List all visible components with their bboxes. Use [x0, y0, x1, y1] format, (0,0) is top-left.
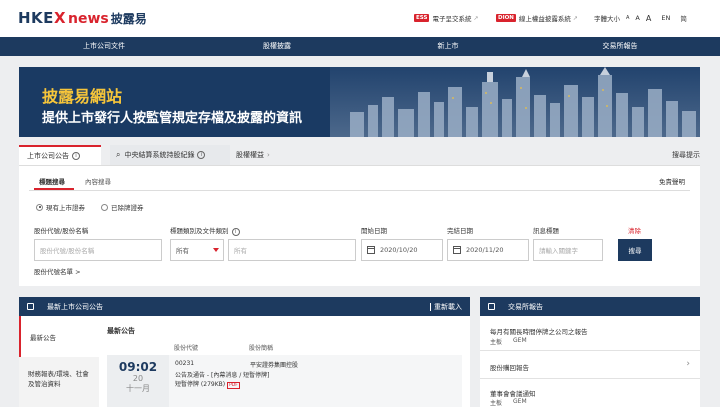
- calendar-icon: [367, 246, 375, 254]
- banner-subtitle: 提供上市發行人按監管規定存檔及披露的資訊: [42, 111, 303, 126]
- tab-ccass-shareholding[interactable]: ⌕ 中央結算系統持股紀錄 i: [110, 145, 230, 165]
- announcements-header: 最新上市公司公告 重新載入: [19, 297, 470, 316]
- end-date-label: 完結日期: [447, 227, 473, 235]
- report-share-buyback[interactable]: 股份購回報告: [490, 362, 529, 372]
- col-stock-code: 股份代號: [174, 345, 199, 352]
- font-large-button[interactable]: A: [646, 14, 651, 23]
- city-skyline-illustration: [330, 67, 700, 137]
- exchange-reports-panel: 交易所報告 每月有關長時間停牌之公司之報告 主板 GEM 股份購回報告 › 董事…: [480, 297, 700, 407]
- font-medium-button[interactable]: A: [635, 14, 639, 22]
- search-tips-link[interactable]: 搜尋提示: [672, 145, 700, 165]
- chevron-right-icon: ›: [267, 151, 270, 159]
- calendar-icon: [453, 246, 461, 254]
- category-label: 標題類別及文件類別 i: [170, 225, 240, 236]
- pdf-icon: PDF: [227, 382, 240, 389]
- report-main-board-link[interactable]: 主板: [490, 337, 502, 346]
- main-nav: 上市公司文件 股權披露 新上市 交易所報告: [0, 37, 720, 56]
- search-button[interactable]: 搜尋: [618, 239, 652, 261]
- category-select[interactable]: 所有: [170, 239, 224, 261]
- clear-link[interactable]: 清除: [628, 225, 641, 235]
- search-icon: ⌕: [116, 150, 121, 159]
- start-date-label: 開始日期: [361, 227, 387, 235]
- nav-listed-docs[interactable]: 上市公司文件: [44, 37, 164, 56]
- row-document-link[interactable]: 短暫停牌 (279KB) PDF: [175, 379, 240, 389]
- radio-unchecked-icon: [101, 203, 108, 211]
- tab-listed-announcements[interactable]: 上市公司公告 i: [19, 145, 101, 165]
- col-stock-name: 股份簡稱: [249, 345, 274, 352]
- info-icon[interactable]: i: [72, 152, 80, 160]
- lang-en-link[interactable]: EN: [661, 14, 670, 22]
- subtab-content-search[interactable]: 內容搜尋: [85, 176, 111, 186]
- dropdown-arrow-icon: [213, 248, 219, 252]
- stock-code-label: 股份代號/股份名稱: [34, 227, 89, 235]
- stock-code-input[interactable]: 股份代號/股份名稱: [34, 239, 162, 261]
- external-link-icon: ↗: [572, 14, 578, 22]
- font-small-button[interactable]: A: [626, 15, 629, 21]
- document-icon: [488, 303, 495, 310]
- reports-header: 交易所報告: [480, 297, 700, 316]
- dion-link[interactable]: DION 線上權益披露系統 ↗: [496, 12, 578, 24]
- search-panel: 上市公司公告 i ⌕ 中央結算系統持股紀錄 i 股權權益 › 搜尋提示 標題搜尋…: [19, 145, 700, 286]
- table-row[interactable]: 09:02 20 十一月 00231 平安證券集團控股 公告及通告 - [內幕消…: [107, 355, 462, 407]
- keyword-input[interactable]: 請輸入關鍵字: [533, 239, 603, 261]
- headline-label: 訊息標題: [533, 227, 559, 235]
- chevron-right-icon[interactable]: ›: [686, 359, 690, 369]
- sidebar-item-financial-reports[interactable]: 財務報表/環境、社會及管治資料: [28, 369, 94, 389]
- report-gem-link[interactable]: GEM: [513, 337, 527, 344]
- hero-banner: 披露易網站 提供上市發行人按監管規定存檔及披露的資訊: [19, 67, 700, 137]
- latest-title: 最新公告: [107, 327, 135, 335]
- end-date-input[interactable]: 2020/11/20: [447, 239, 529, 261]
- ess-link[interactable]: ESS 電子呈交系統 ↗: [414, 12, 478, 24]
- external-link-icon: ↗: [473, 14, 479, 22]
- stock-code-list-link[interactable]: 股份代號名單 >: [34, 266, 81, 276]
- start-date-input[interactable]: 2020/10/20: [361, 239, 443, 261]
- nav-new-listings[interactable]: 新上市: [388, 37, 508, 56]
- latest-announcements-panel: 最新上市公司公告 重新載入 最新公告 財務報表/環境、社會及管治資料 最新公告 …: [19, 297, 470, 407]
- info-icon[interactable]: i: [197, 151, 206, 159]
- row-stock-code: 00231: [175, 360, 195, 367]
- radio-delisted-securities[interactable]: 已除牌證券: [101, 202, 144, 212]
- row-headline-category: 公告及通告 - [內幕消息 / 短暫停牌]: [175, 372, 270, 379]
- reload-link[interactable]: 重新載入: [430, 302, 462, 312]
- document-icon: [27, 303, 34, 310]
- subtab-title-search[interactable]: 標題搜尋: [39, 176, 65, 186]
- hkex-news-logo[interactable]: HKEX news 披露易: [18, 9, 147, 27]
- sidebar-item-latest[interactable]: 最新公告: [19, 316, 99, 357]
- radio-checked-icon: [36, 203, 43, 211]
- time-box: 09:02 20 十一月: [107, 355, 169, 407]
- report-board-meetings[interactable]: 董事會會議通知: [490, 388, 536, 398]
- radio-current-securities[interactable]: 現有上市證券: [36, 202, 85, 212]
- row-stock-name: 平安證券集團控股: [250, 362, 299, 369]
- top-bar: HKEX news 披露易 ESS 電子呈交系統 ↗ DION 線上權益披露系統…: [0, 0, 720, 37]
- banner-title: 披露易網站: [42, 87, 123, 106]
- disclaimer-link[interactable]: 免責聲明: [659, 176, 685, 186]
- lang-cn-link[interactable]: 简: [680, 13, 687, 23]
- font-size-control: 字體大小 A A A EN 简: [594, 13, 687, 24]
- nav-shareholding-disclosure[interactable]: 股權披露: [217, 37, 337, 56]
- report-gem-link[interactable]: GEM: [513, 398, 527, 405]
- document-type-select[interactable]: 所有: [228, 239, 356, 261]
- info-icon[interactable]: i: [231, 228, 240, 236]
- report-long-suspension[interactable]: 每月有關長時間停牌之公司之報告: [490, 326, 588, 336]
- report-main-board-link[interactable]: 主板: [490, 398, 502, 407]
- tab-shareholding-interests[interactable]: 股權權益 ›: [236, 145, 270, 165]
- nav-exchange-reports[interactable]: 交易所報告: [560, 37, 680, 56]
